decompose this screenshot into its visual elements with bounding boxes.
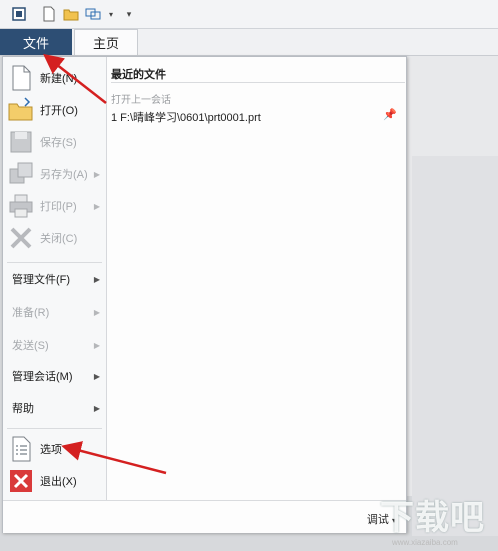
annotation-arrow-options: [61, 441, 167, 475]
annotation-arrow-file-tab: [43, 53, 107, 104]
watermark-url: www.xiazaiba.com: [392, 538, 458, 547]
watermark-logo: 下载吧: [380, 499, 485, 537]
annotation-arrows: [43, 53, 167, 475]
